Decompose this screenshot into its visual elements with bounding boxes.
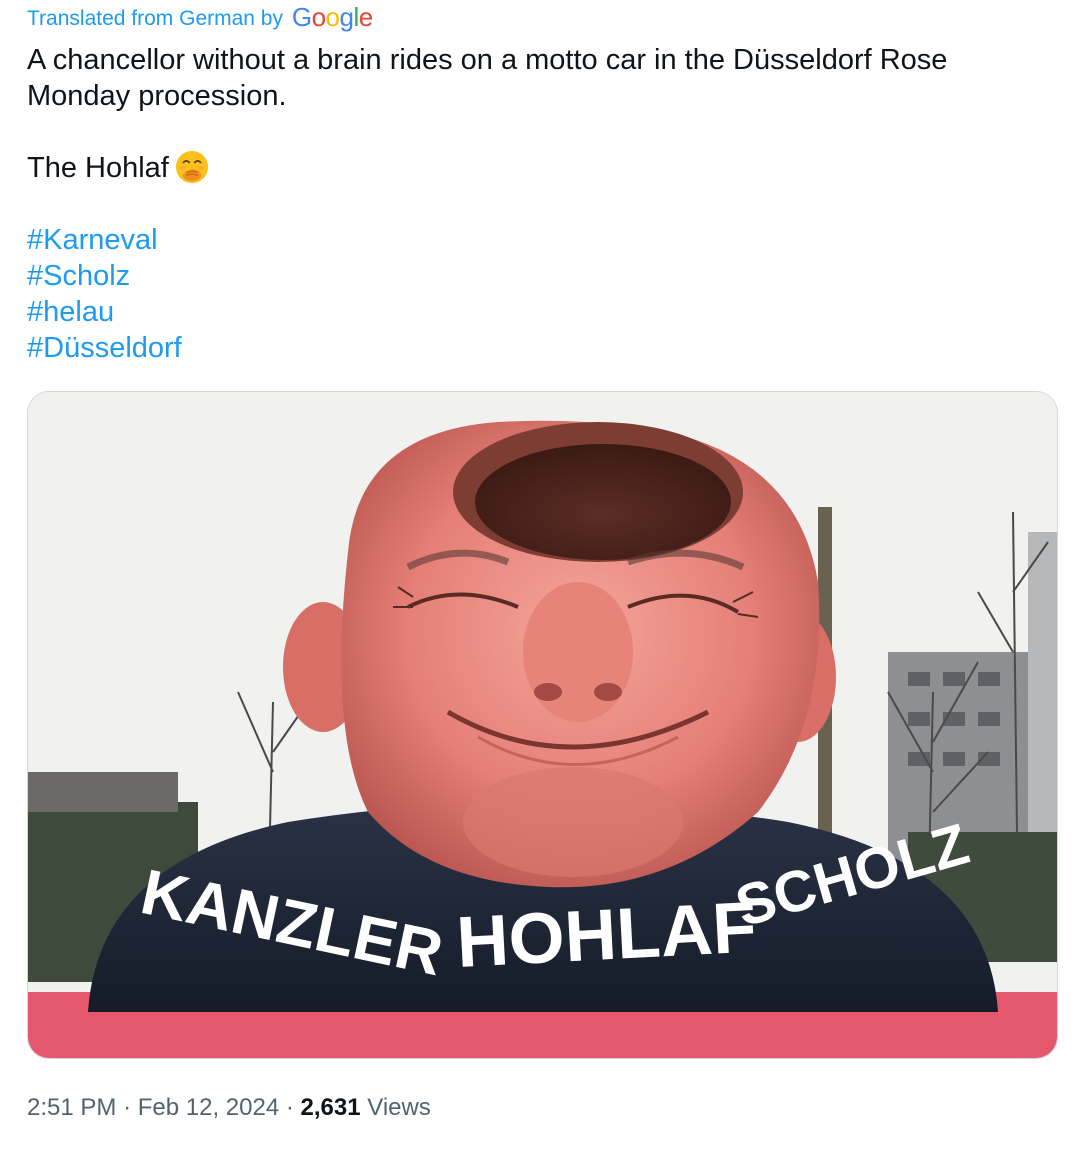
banner-word: HOHLAF [455,887,759,983]
tweet-time[interactable]: 2:51 PM [27,1094,116,1121]
google-logo: Google [291,2,373,32]
translation-attribution[interactable]: Translated from German by Google [27,2,373,34]
hashtag-link[interactable]: #Düsseldorf [27,330,1057,366]
hashtag-link[interactable]: #helau [27,294,1057,330]
tweet-text-line: The Hohlaf [27,150,1057,186]
separator: · [285,1094,294,1121]
separator: · [123,1094,132,1121]
tweet-photo[interactable]: KANZLER HOHLAF SCHOLZ [27,391,1058,1059]
tweet-text-line: A chancellor without a brain rides on a … [27,44,948,76]
hashtag-link[interactable]: #Scholz [27,258,1057,294]
views-label: Views [367,1094,431,1121]
hashtag-link[interactable]: #Karneval [27,222,1057,258]
tweet-metadata: 2:51 PM · Feb 12, 2024 · 2,631 Views [27,1092,431,1124]
views-count[interactable]: 2,631 [301,1094,361,1121]
carnival-float-illustration: KANZLER HOHLAFSCHOLZ [28,392,1057,1058]
tweet-date[interactable]: Feb 12, 2024 [138,1094,279,1121]
tweet-text-line: Monday procession. [27,80,287,112]
translation-label: Translated from German by [27,7,283,30]
tweet-text: A chancellor without a brain rides on a … [27,42,1057,366]
tweet-text-hohlaf: The Hohlaf [27,152,169,184]
face-with-hand-over-mouth-icon [175,150,208,184]
